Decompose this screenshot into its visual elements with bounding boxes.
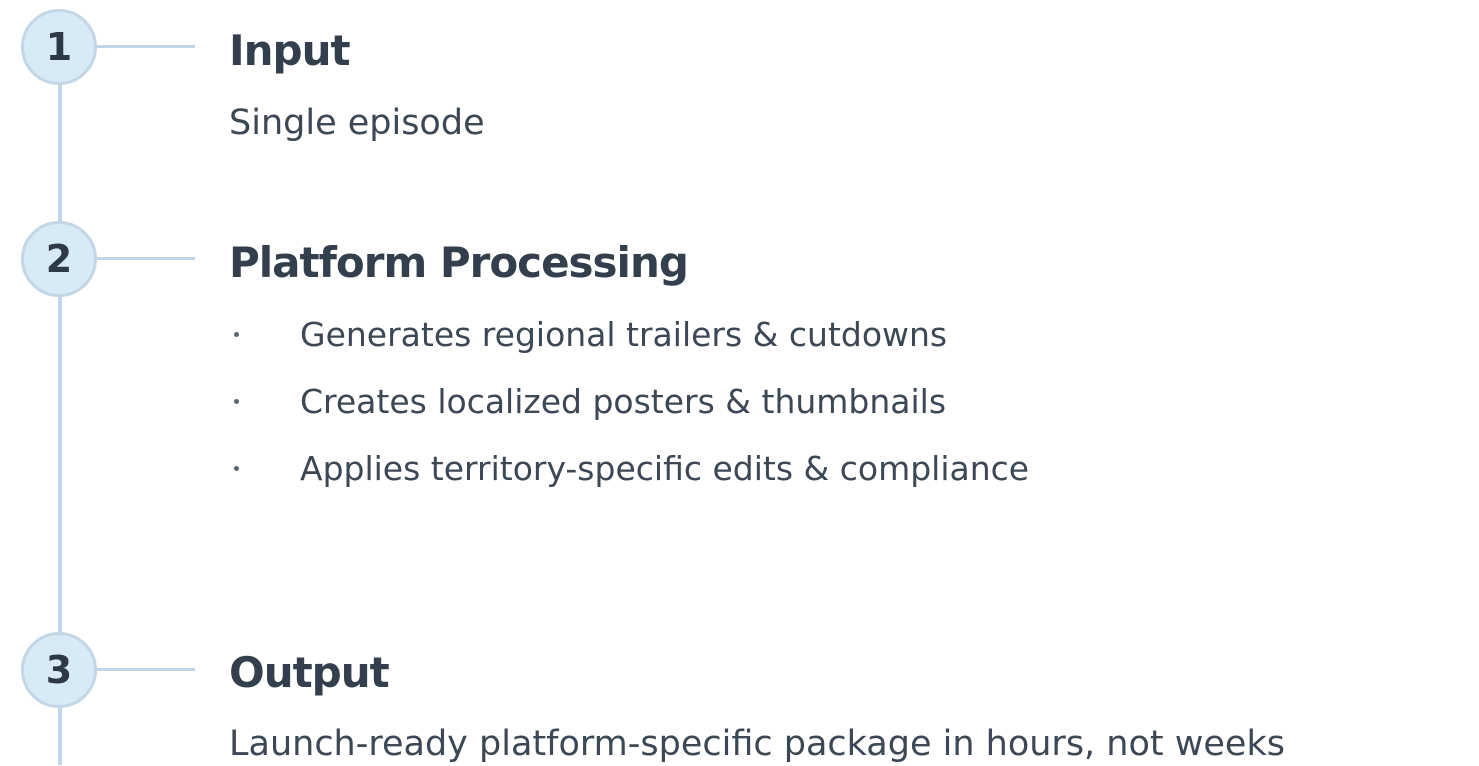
bullet-dot-icon (234, 332, 239, 337)
step-2-number-badge: 2 (21, 221, 97, 297)
step-1-connector (95, 45, 195, 48)
bullet-dot-icon (234, 466, 239, 471)
step-1-number-badge: 1 (21, 9, 97, 85)
step-2-connector (95, 257, 195, 260)
bullet-text: Creates localized posters & thumbnails (300, 382, 947, 421)
step-2-title: Platform Processing (229, 238, 689, 287)
step-1-title: Input (229, 26, 351, 75)
bullet-text: Generates regional trailers & cutdowns (300, 315, 948, 354)
step-3-number-badge: 3 (21, 632, 97, 708)
step-3-title: Output (229, 648, 390, 697)
bullet-text: Applies territory-specific edits & compl… (300, 449, 1030, 488)
bullet-dot-icon (234, 399, 239, 404)
step-1-description: Single episode (229, 103, 485, 143)
step-3-description: Launch-ready platform-specific package i… (229, 724, 1285, 764)
step-3-connector (95, 668, 195, 671)
